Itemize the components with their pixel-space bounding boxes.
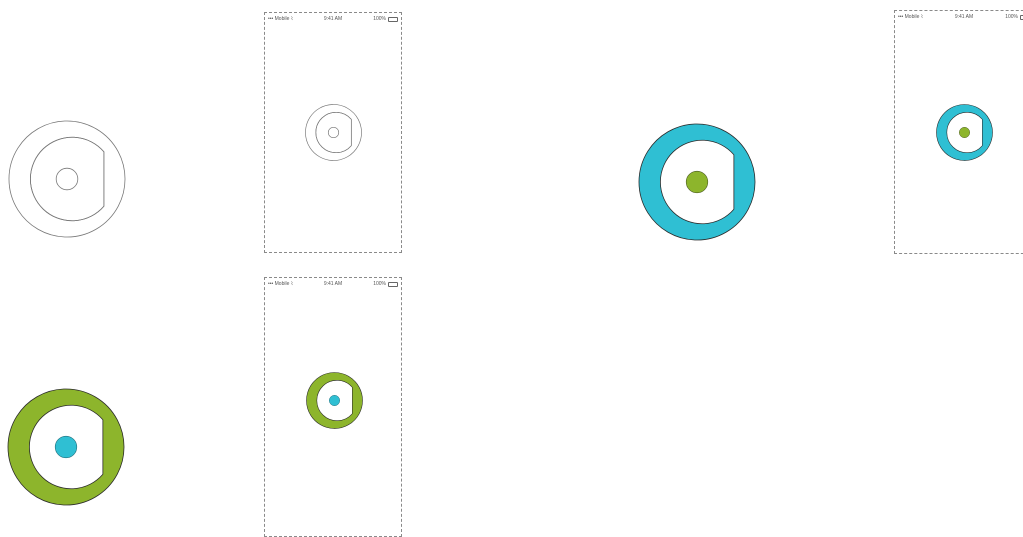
battery-icon: [388, 16, 398, 22]
phone-mockup-outline: ••• Mobile ⌇ 9:41 AM 100%: [264, 12, 402, 253]
battery-status: 100%: [1005, 14, 1023, 20]
battery-status: 100%: [373, 16, 398, 22]
status-time: 9:41 AM: [954, 14, 974, 20]
logo-green-small: [306, 372, 363, 429]
battery-percent: 100%: [373, 16, 386, 22]
battery-percent: 100%: [1005, 14, 1018, 20]
logo-outline: [8, 120, 126, 238]
logo-teal-small: [936, 104, 993, 161]
logo-outline-small: [305, 104, 362, 161]
battery-percent: 100%: [373, 281, 386, 287]
phone-mockup-teal: ••• Mobile ⌇ 9:41 AM 100%: [894, 10, 1023, 254]
status-bar: ••• Mobile ⌇ 9:41 AM 100%: [895, 11, 1023, 25]
logo-green: [7, 388, 125, 506]
battery-status: 100%: [373, 281, 398, 287]
status-bar: ••• Mobile ⌇ 9:41 AM 100%: [265, 278, 401, 292]
logo-teal: [638, 123, 756, 241]
status-bar: ••• Mobile ⌇ 9:41 AM 100%: [265, 13, 401, 27]
battery-icon: [388, 281, 398, 287]
phone-mockup-green: ••• Mobile ⌇ 9:41 AM 100%: [264, 277, 402, 537]
